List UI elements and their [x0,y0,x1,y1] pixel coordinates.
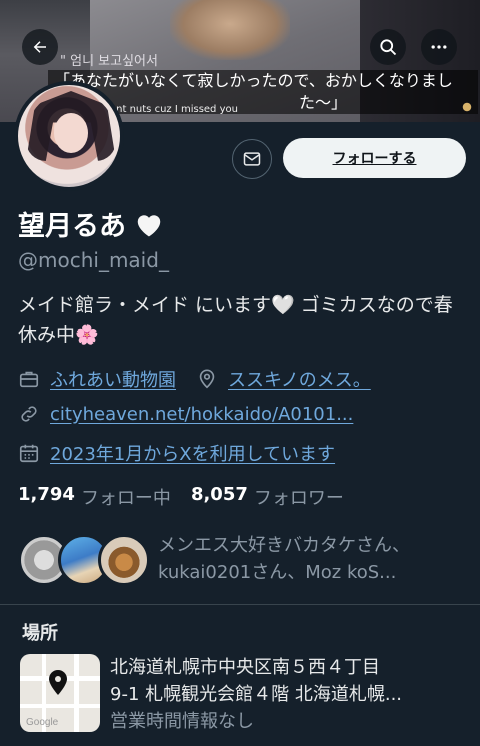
followed-by-row[interactable]: メンエス大好きバカタケさん、 kukai0201さん、Moz koS... [18,530,478,592]
profile-bio: メイド館ラ・メイド にいます🤍 ゴミカスなので春休み中🌸 [18,294,453,346]
more-button[interactable] [421,29,457,65]
map-road [20,704,100,708]
profile-meta-row-1: ふれあい動物園 ススキノのメス。 [18,366,371,392]
followed-by-line: メンエス大好きバカタケさん、 [158,535,410,556]
address-line: 北海道札幌市中央区南５西４丁目 [110,657,380,678]
following-count[interactable]: 1,794 [18,484,75,510]
section-divider [0,604,480,605]
profile-location[interactable]: ススキノのメス。 [228,366,371,392]
followers-count[interactable]: 8,057 [191,484,248,510]
map-pin-icon [49,670,67,695]
calendar-icon [19,444,39,463]
banner-dog-image [170,0,290,60]
profile-meta-row-3: 2023年1月からXを利用しています [18,440,335,466]
back-button[interactable] [22,29,58,65]
profile-avatar[interactable] [14,81,124,191]
banner-subtitle-korean: " 엄니 보고싶어서 [60,54,158,69]
message-button[interactable] [232,139,272,179]
profile-handle: @mochi_maid_ [18,248,169,272]
address-line: 9-1 札幌観光会館４階 北海道札幌... [110,684,403,705]
link-icon [21,406,37,422]
more-icon [431,45,447,49]
followed-by-text: メンエス大好きバカタケさん、 kukai0201さん、Moz koS... [158,532,474,586]
profile-category[interactable]: ふれあい動物園 [50,366,176,392]
business-hours: 営業時間情報なし [110,711,254,732]
banner-subtitle-line1: 「あなたがいなくて寂しかったので、おかしくなりまし [54,71,453,90]
map-provider-label: Google [26,717,59,728]
briefcase-icon [19,371,39,388]
search-button[interactable] [370,29,406,65]
map-thumbnail[interactable]: Google [20,654,100,732]
white-heart-icon [137,214,161,236]
location-pin-icon [199,369,215,389]
display-name: 望月るあ [18,204,164,243]
location-address[interactable]: 北海道札幌市中央区南５西４丁目 9-1 札幌観光会館４階 北海道札幌... 営業… [110,654,466,735]
back-arrow-icon [33,41,46,53]
follow-button[interactable]: フォローする [283,138,466,178]
followed-by-line: kukai0201さん、Moz koS... [158,562,397,583]
message-icon [243,152,261,166]
profile-meta-row-2: cityheaven.net/hokkaido/A0101... [18,403,353,425]
profile-website-link[interactable]: cityheaven.net/hokkaido/A0101... [50,404,353,425]
map-road [74,654,79,732]
follower-avatar [98,534,150,586]
location-section-title: 場所 [22,623,58,644]
profile-join-date: 2023年1月からXを利用しています [50,444,336,465]
followers-label[interactable]: フォロワー [254,484,344,510]
following-label[interactable]: フォロー中 [81,484,171,510]
follow-counts: 1,794 フォロー中 8,057 フォロワー [18,484,344,510]
banner-watermark [460,100,474,114]
search-icon [380,39,397,56]
display-name-text: 望月るあ [18,211,126,242]
banner-subtitle-english: ent nuts cuz I missed you [110,104,238,115]
avatar-face [54,113,88,153]
